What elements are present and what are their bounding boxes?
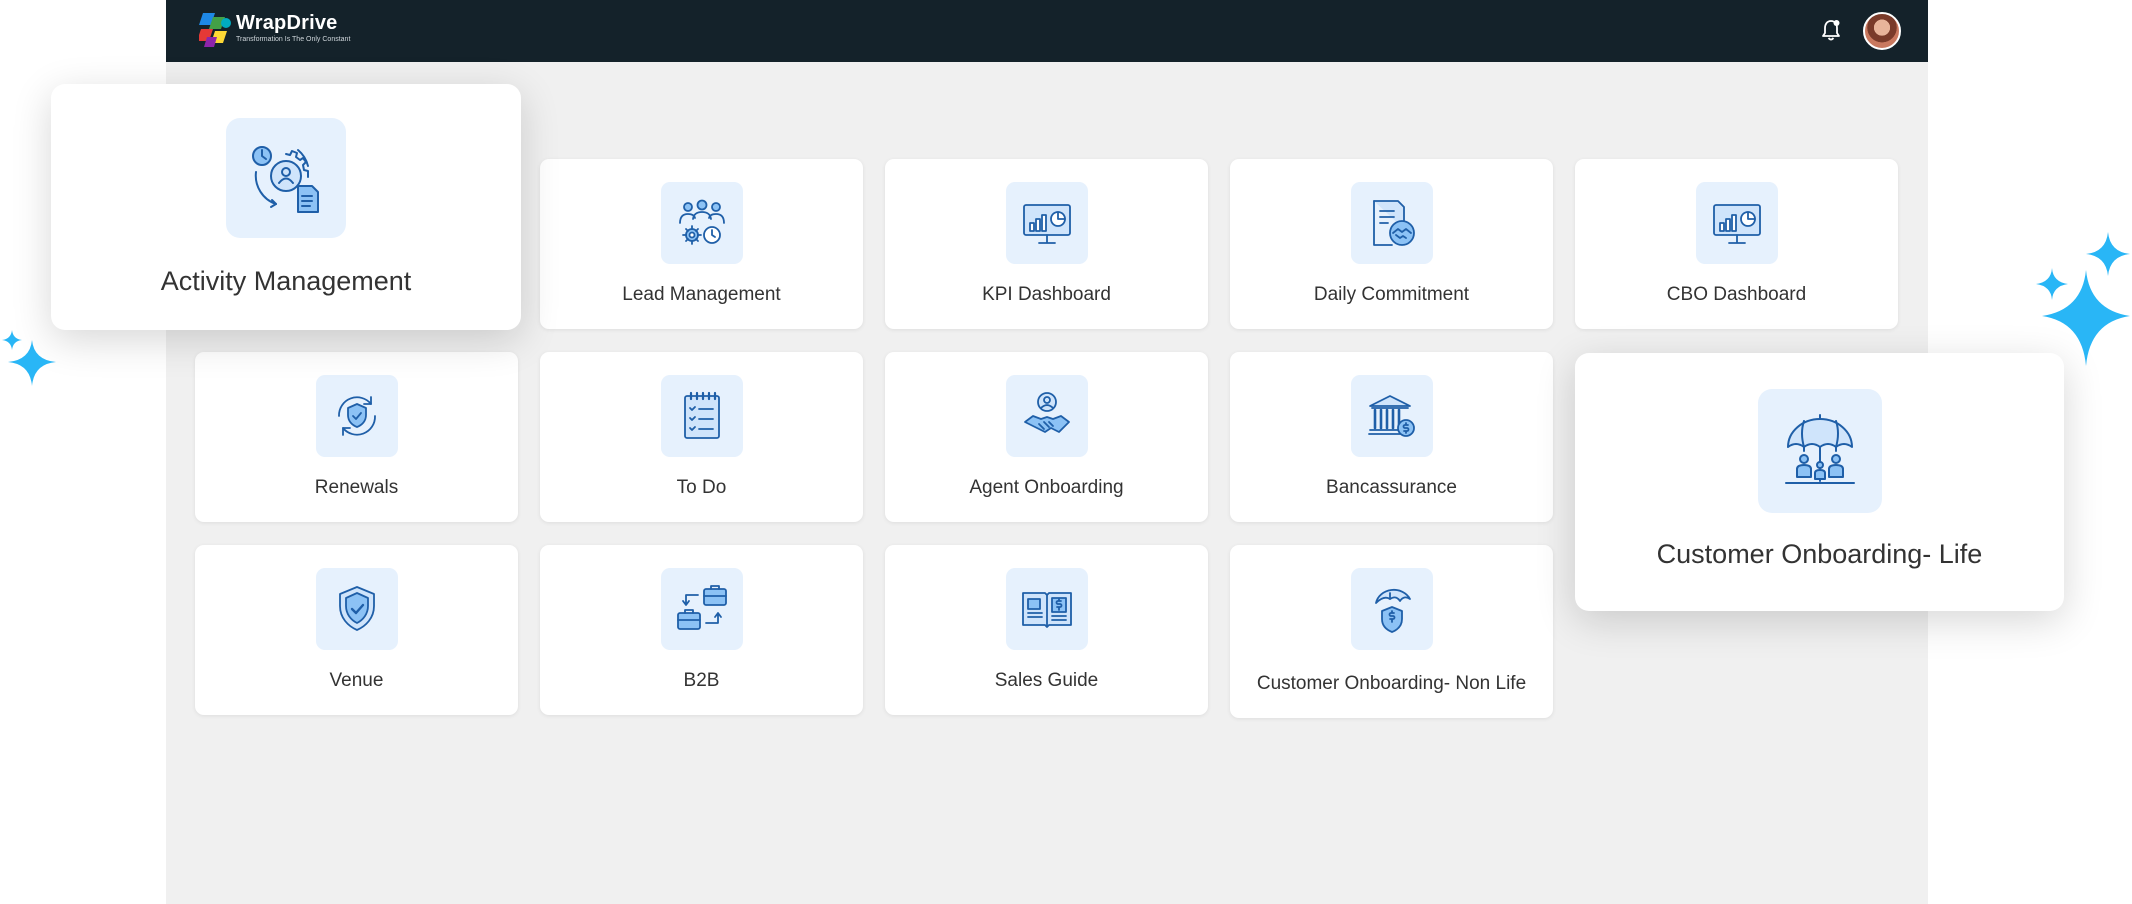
tile-renewals[interactable]: Renewals	[195, 352, 518, 522]
tile-daily-commitment[interactable]: Daily Commitment	[1230, 159, 1553, 329]
tile-label: Venue	[329, 670, 384, 691]
tile-icon-box	[226, 118, 346, 238]
tile-label: Customer Onboarding- Non Life	[1256, 673, 1527, 694]
tile-sales-guide[interactable]: Sales Guide	[885, 545, 1208, 715]
tile-label: Daily Commitment	[1313, 284, 1470, 305]
tile-venue[interactable]: Venue	[195, 545, 518, 715]
open-book-dollar-icon	[1021, 592, 1072, 628]
tile-agent-onboarding[interactable]: Agent Onboarding	[885, 352, 1208, 522]
tile-to-do[interactable]: To Do	[540, 352, 863, 522]
umbrella-shield-dollar-icon	[1374, 588, 1411, 633]
sparkle-icon	[2, 330, 56, 386]
monitor-chart-icon	[1022, 204, 1071, 244]
checklist-notepad-icon	[683, 391, 720, 439]
tile-label: B2B	[683, 670, 720, 691]
tile-cbo-dashboard[interactable]: CBO Dashboard	[1575, 159, 1898, 329]
gear-user-document-icon	[252, 146, 319, 213]
tile-label: KPI Dashboard	[982, 284, 1111, 305]
brand-logo[interactable]: WrapDrive Transformation Is The Only Con…	[199, 11, 350, 51]
top-navigation-bar: WrapDrive Transformation Is The Only Con…	[166, 0, 1928, 62]
person-handshake-icon	[1023, 392, 1070, 433]
tile-icon-box	[1757, 389, 1882, 513]
tile-icon-box	[660, 375, 743, 457]
tile-label: Agent Onboarding	[969, 477, 1124, 498]
tile-icon-box	[1695, 182, 1778, 264]
tile-icon-box	[1005, 375, 1088, 457]
tile-icon-box	[1350, 182, 1433, 264]
shield-refresh-icon	[337, 396, 376, 436]
bank-dollar-icon	[1367, 395, 1415, 437]
user-avatar[interactable]	[1863, 12, 1901, 50]
wrapdrive-logo-icon	[199, 13, 231, 47]
team-settings-icon	[678, 199, 725, 245]
tile-label: Sales Guide	[994, 670, 1099, 691]
tile-kpi-dashboard[interactable]: KPI Dashboard	[885, 159, 1208, 329]
brand-tagline: Transformation Is The Only Constant	[236, 36, 351, 43]
brand-name: WrapDrive	[236, 12, 338, 34]
tile-icon-box	[1005, 182, 1088, 264]
shield-check-icon	[338, 586, 375, 631]
tile-lead-management[interactable]: Lead Management	[540, 159, 863, 329]
tile-label: Activity Management	[160, 266, 412, 296]
tile-b2b[interactable]: B2B	[540, 545, 863, 715]
tile-icon-box	[315, 375, 398, 457]
notification-bell-icon[interactable]	[1818, 17, 1844, 43]
tile-icon-box	[1005, 568, 1088, 650]
tile-icon-box	[660, 182, 743, 264]
tile-customer-onboarding-life[interactable]: Customer Onboarding- Life	[1575, 353, 2064, 611]
tile-label: Renewals	[314, 477, 399, 498]
tile-label: CBO Dashboard	[1666, 284, 1807, 305]
tile-icon-box	[315, 568, 398, 650]
monitor-chart-icon	[1712, 204, 1761, 244]
tile-icon-box	[660, 568, 743, 650]
briefcase-exchange-icon	[676, 585, 727, 630]
sparkle-icon	[2036, 232, 2130, 366]
tile-customer-onboarding-non-life[interactable]: Customer Onboarding- Non Life	[1230, 545, 1553, 718]
tile-bancassurance[interactable]: Bancassurance	[1230, 352, 1553, 522]
tile-icon-box	[1350, 568, 1433, 650]
document-handshake-icon	[1372, 200, 1415, 246]
tile-label: Lead Management	[622, 284, 781, 305]
tile-activity-management[interactable]: Activity Management	[51, 84, 521, 330]
tile-label: Bancassurance	[1326, 477, 1457, 498]
umbrella-family-icon	[1784, 414, 1855, 484]
tile-label: Customer Onboarding- Life	[1656, 539, 1983, 569]
tile-label: To Do	[676, 477, 727, 498]
tile-icon-box	[1350, 375, 1433, 457]
